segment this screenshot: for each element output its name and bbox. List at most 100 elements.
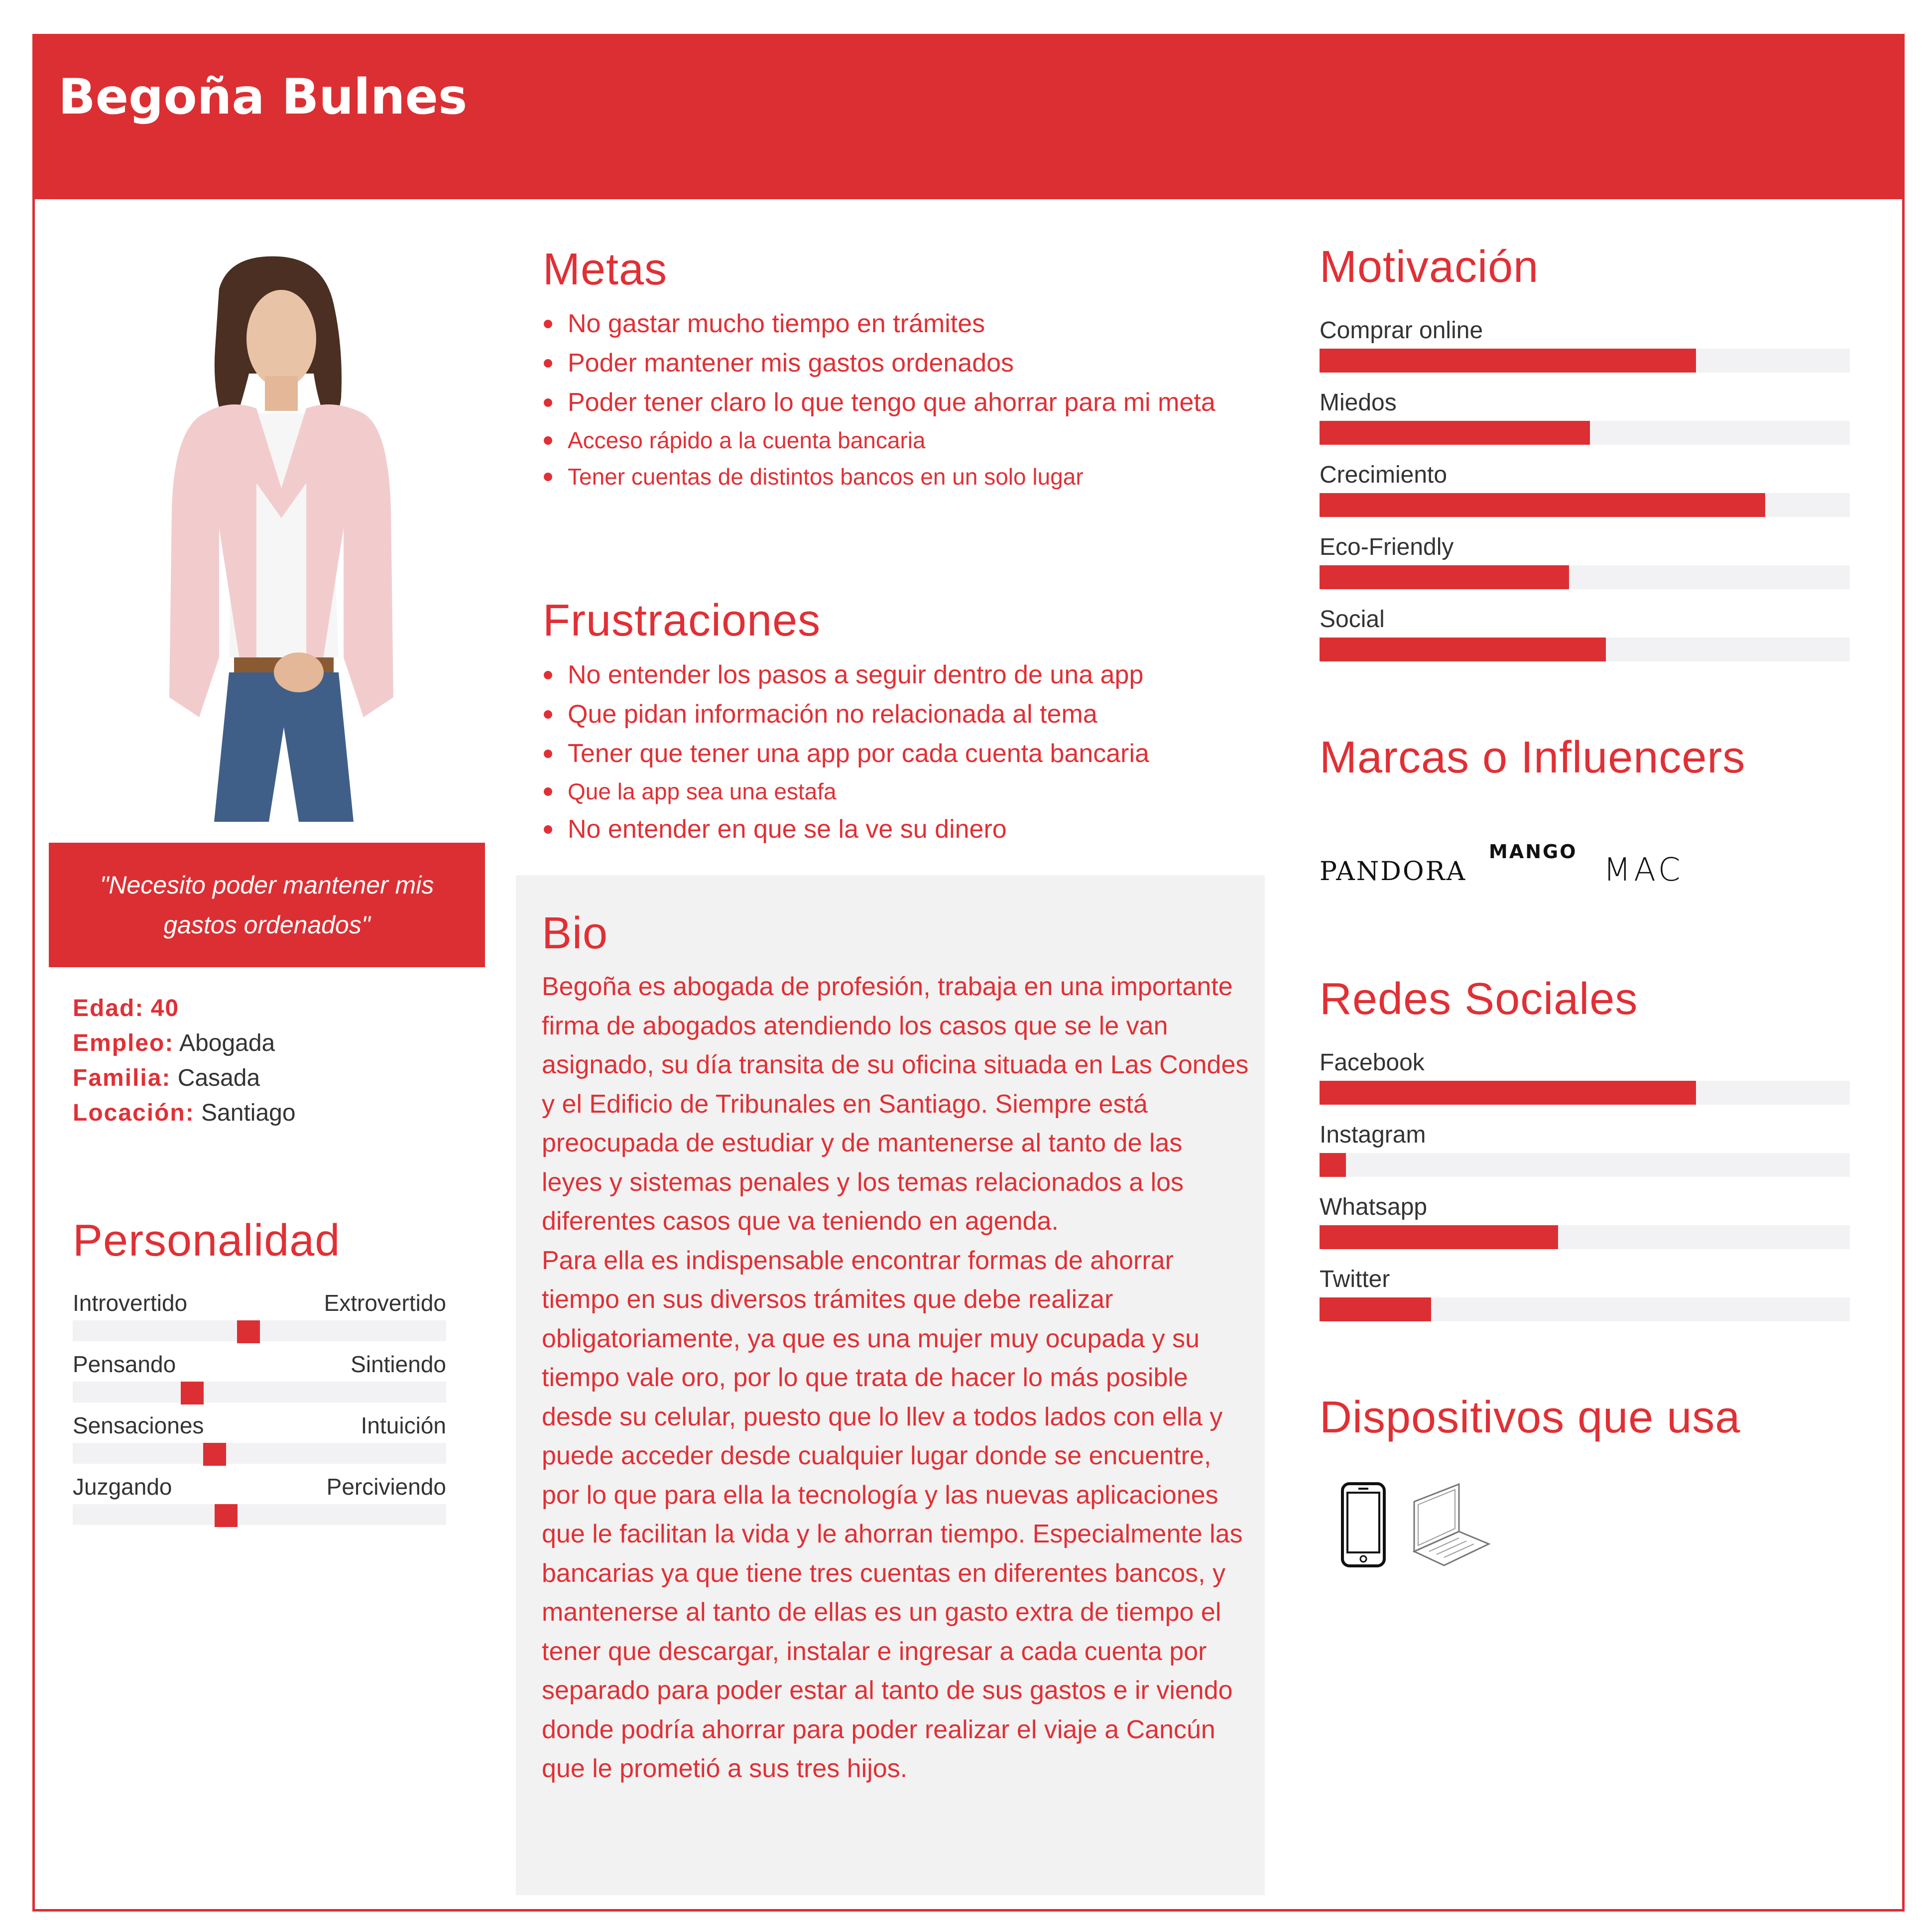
frustrations-list: No entender los pasos a seguir dentro de…: [543, 655, 1255, 849]
bar-track: [1320, 349, 1850, 373]
neck: [265, 376, 298, 411]
bar-fill: [1320, 1153, 1346, 1177]
fact-job: Empleo: Abogada: [73, 1026, 296, 1061]
bar-label: Facebook: [1320, 1049, 1425, 1076]
bar-label: Twitter: [1320, 1266, 1390, 1292]
pandora-logo: PANDORA: [1320, 857, 1467, 887]
bar-track: [1320, 1153, 1850, 1177]
trait-right-label: Extrovertido: [324, 1290, 446, 1316]
goals-item: Poder tener claro lo que tengo que ahorr…: [543, 383, 1255, 422]
motivation-bar: Miedos: [1320, 385, 1850, 457]
motivation-bar: Crecimiento: [1320, 457, 1850, 529]
trait-labels: Pensando Sintiendo: [73, 1347, 446, 1382]
bar-fill: [1320, 638, 1606, 661]
personality-trait: Pensando Sintiendo: [73, 1347, 446, 1408]
devices-title: Dispositivos que usa: [1320, 1393, 1741, 1442]
bar-track: [1320, 1225, 1850, 1249]
trait-track: [73, 1382, 446, 1405]
bar-fill: [1320, 1081, 1696, 1105]
bar-fill: [1320, 421, 1590, 445]
bio-title: Bio: [542, 908, 608, 958]
social-bar: Facebook: [1320, 1045, 1850, 1117]
face: [246, 290, 316, 387]
bar-label: Miedos: [1320, 389, 1397, 416]
jeans: [214, 672, 354, 822]
trait-left-label: Juzgando: [73, 1474, 172, 1500]
trait-marker: [181, 1382, 204, 1405]
goals-section: Metas No gastar mucho tiempo en trámites…: [543, 244, 1255, 495]
bar-fill: [1320, 1297, 1431, 1321]
fact-label: Edad:: [73, 995, 144, 1022]
bar-label: Social: [1320, 606, 1385, 633]
bar-label: Crecimiento: [1320, 462, 1448, 488]
bio-text: Begoña es abogada de profesión, trabaja …: [542, 967, 1249, 1789]
bar-track: [1320, 493, 1850, 517]
trait-right-label: Perciviendo: [326, 1474, 446, 1500]
trait-track: [73, 1504, 446, 1527]
social-bar: Whatsapp: [1320, 1189, 1850, 1262]
social-section: Redes Sociales Facebook Instagram Whatsapp…: [1320, 974, 1850, 1334]
bar-fill: [1320, 1225, 1559, 1249]
fact-value: Santiago: [201, 1100, 296, 1126]
trait-right-label: Intuición: [361, 1412, 446, 1438]
fact-family: Familia: Casada: [73, 1061, 296, 1096]
trait-track: [73, 1320, 446, 1343]
trait-left-label: Sensaciones: [73, 1412, 204, 1438]
fact-label: Familia:: [73, 1065, 171, 1091]
trait-track: [73, 1443, 446, 1466]
social-title: Redes Sociales: [1320, 974, 1638, 1024]
personality-trait: Introvertido Extrovertido: [73, 1285, 446, 1347]
trait-labels: Introvertido Extrovertido: [73, 1285, 446, 1320]
fact-value: Casada: [177, 1065, 260, 1091]
fact-value: Abogada: [179, 1030, 275, 1056]
laptop-icon: [1412, 1483, 1491, 1566]
frustrations-item: No entender los pasos a seguir dentro de…: [543, 655, 1255, 695]
personality-traits: Introvertido Extrovertido Pensando Sintiend…: [73, 1285, 446, 1531]
smartphone-icon: [1341, 1482, 1386, 1567]
bar-fill: [1320, 493, 1765, 517]
bar-track: [1320, 421, 1850, 445]
goals-item: Acceso rápido a la cuenta bancaria: [543, 422, 1255, 459]
trait-labels: Juzgando Perciviendo: [73, 1469, 446, 1504]
bar-track: [1320, 565, 1850, 589]
trait-marker: [237, 1320, 260, 1343]
goals-item: Tener cuentas de distintos bancos en un …: [543, 459, 1255, 495]
fact-age: Edad: 40: [73, 991, 296, 1026]
bio-paragraph: Para ella es indispensable encontrar for…: [542, 1246, 1243, 1784]
trait-left-label: Pensando: [73, 1351, 176, 1377]
bio-box: Bio Begoña es abogada de profesión, trab…: [516, 875, 1265, 1895]
personality-section: Personalidad Introvertido Extrovertido Pen…: [73, 1215, 446, 1531]
quote-box: "Necesito poder mantener mis gastos orde…: [49, 843, 485, 967]
frustrations-item: Tener que tener una app por cada cuenta …: [543, 734, 1255, 773]
goals-item: No gastar mucho tiempo en trámites: [543, 304, 1255, 344]
brands-section: Marcas o Influencers: [1320, 732, 1850, 783]
bar-fill: [1320, 565, 1569, 589]
hand: [274, 652, 324, 692]
trait-left-label: Introvertido: [73, 1290, 188, 1316]
social-bar: Instagram: [1320, 1117, 1850, 1189]
persona-facts: Edad: 40 Empleo: Abogada Familia: Casada…: [73, 991, 296, 1131]
social-bar: Twitter: [1320, 1262, 1850, 1334]
bar-track: [1320, 638, 1850, 661]
frustrations-item: Que la app sea una estafa: [543, 773, 1255, 810]
goals-item: Poder mantener mis gastos ordenados: [543, 344, 1255, 383]
motivation-section: Motivación Comprar online Miedos Crecimien…: [1320, 242, 1850, 674]
bar-label: Instagram: [1320, 1122, 1426, 1148]
trait-labels: Sensaciones Intuición: [73, 1408, 446, 1443]
motivation-bar: Eco-Friendly: [1320, 529, 1850, 602]
motivation-bar: Comprar online: [1320, 313, 1850, 385]
social-bars: Facebook Instagram Whatsapp Twitter: [1320, 1045, 1850, 1334]
device-icons: [1334, 1479, 1504, 1574]
bar-track: [1320, 1297, 1850, 1321]
motivation-bars: Comprar online Miedos Crecimiento Eco-Frien…: [1320, 313, 1850, 674]
personality-title: Personalidad: [73, 1216, 341, 1266]
motivation-bar: Social: [1320, 602, 1850, 674]
fact-location: Locación: Santiago: [73, 1096, 296, 1131]
mac-logo: MAC: [1603, 852, 1684, 889]
trait-marker: [214, 1504, 238, 1527]
frustrations-section: Frustraciones No entender los pasos a se…: [543, 595, 1255, 849]
bar-label: Comprar online: [1320, 317, 1483, 344]
brands-title: Marcas o Influencers: [1320, 733, 1746, 782]
frustrations-title: Frustraciones: [543, 596, 821, 645]
quote-text: "Necesito poder mantener mis gastos orde…: [100, 871, 434, 939]
